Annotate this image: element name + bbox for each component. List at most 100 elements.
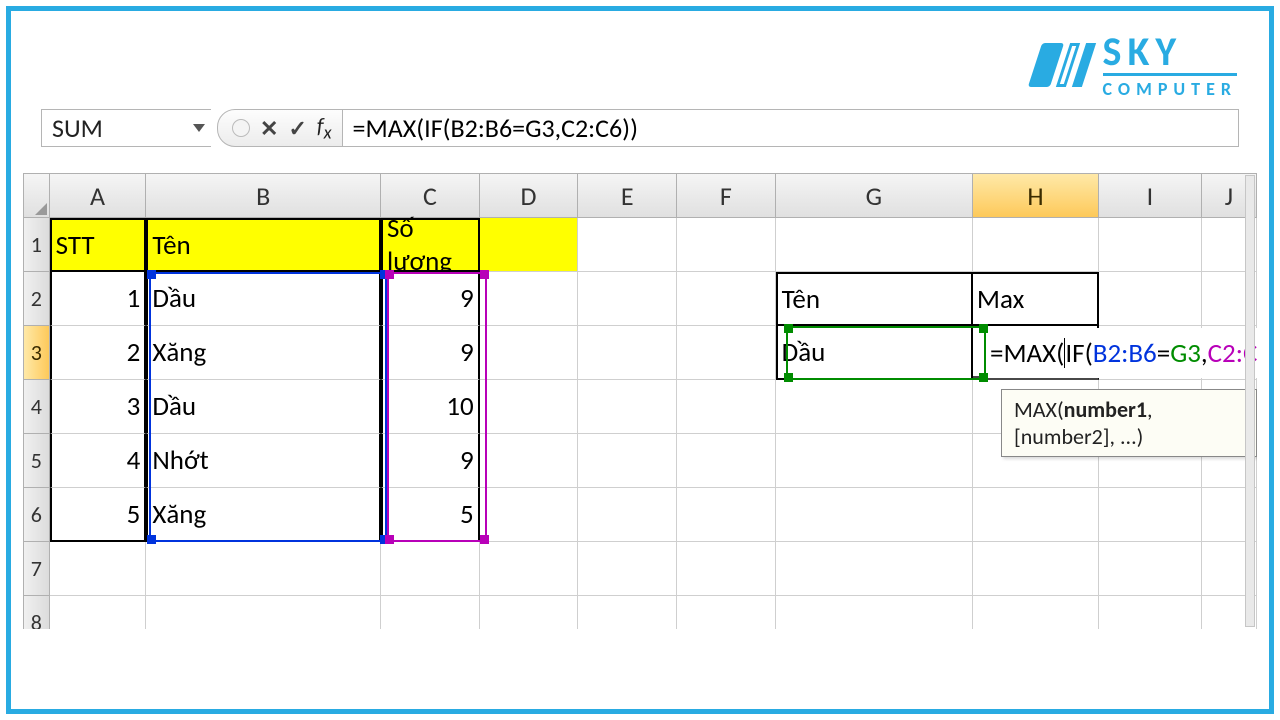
cell-G3[interactable]: Dầu — [776, 326, 973, 380]
cell-G7[interactable] — [776, 542, 973, 596]
cell-E1[interactable] — [578, 218, 677, 272]
cell-A5[interactable]: 4 — [50, 434, 147, 488]
cell-C6[interactable]: 5 — [381, 488, 480, 542]
row-header-1[interactable]: 1 — [23, 218, 50, 272]
col-header-B[interactable]: B — [146, 173, 381, 218]
name-box[interactable]: SUM — [41, 109, 211, 147]
cell-A8[interactable] — [50, 596, 147, 629]
formula-bar[interactable]: =MAX(IF(B2:B6=G3,C2:C6)) — [343, 109, 1239, 147]
cell-H7[interactable] — [973, 542, 1099, 596]
cell-A6[interactable]: 5 — [50, 488, 147, 542]
cell-D6[interactable] — [480, 488, 579, 542]
cell-H2[interactable]: Max — [973, 272, 1099, 326]
cell-D2[interactable] — [480, 272, 579, 326]
column-headers: A B C D E F G H I J — [23, 173, 1257, 218]
cell-D7[interactable] — [480, 542, 579, 596]
brand-logo: SKY COMPUTER — [1035, 31, 1237, 99]
cell-B8[interactable] — [146, 596, 381, 629]
cell-H8[interactable] — [973, 596, 1099, 629]
cell-H3-formula[interactable]: =MAX(IF(B2:B6=G3,C2:C6)) — [988, 328, 1257, 378]
row-header-5[interactable]: 5 — [23, 434, 50, 488]
cell-G1[interactable] — [776, 218, 973, 272]
cell-D8[interactable] — [480, 596, 579, 629]
logo-text-sub: COMPUTER — [1103, 73, 1237, 99]
cell-G4[interactable] — [776, 380, 973, 434]
row-header-4[interactable]: 4 — [23, 380, 50, 434]
cell-D1[interactable] — [480, 218, 579, 272]
cell-B5[interactable]: Nhớt — [146, 434, 381, 488]
cell-F1[interactable] — [677, 218, 776, 272]
spreadsheet[interactable]: A B C D E F G H I J 1STTTênSố lượng21Dầu… — [23, 173, 1257, 629]
cell-A1[interactable]: STT — [50, 218, 147, 272]
cell-F8[interactable] — [677, 596, 776, 629]
cell-C7[interactable] — [381, 542, 480, 596]
cell-C1[interactable]: Số lượng — [381, 218, 480, 272]
row-header-8[interactable]: 8 — [23, 596, 50, 629]
cell-I7[interactable] — [1099, 542, 1202, 596]
cell-G8[interactable] — [776, 596, 973, 629]
col-header-A[interactable]: A — [50, 173, 147, 218]
cell-C4[interactable]: 10 — [381, 380, 480, 434]
logo-icon — [1027, 43, 1095, 87]
cell-E4[interactable] — [578, 380, 677, 434]
fx-icon[interactable]: fx — [317, 112, 332, 143]
cell-F5[interactable] — [677, 434, 776, 488]
cell-F6[interactable] — [677, 488, 776, 542]
cell-G6[interactable] — [776, 488, 973, 542]
cell-D4[interactable] — [480, 380, 579, 434]
cell-I1[interactable] — [1099, 218, 1202, 272]
cancel-icon[interactable]: ✕ — [260, 115, 278, 142]
cell-H6[interactable] — [973, 488, 1099, 542]
cell-B3[interactable]: Xăng — [146, 326, 381, 380]
select-all-corner[interactable] — [23, 173, 50, 218]
chevron-down-icon[interactable] — [193, 124, 205, 132]
cell-E8[interactable] — [578, 596, 677, 629]
cell-B6[interactable]: Xăng — [146, 488, 381, 542]
cell-C2[interactable]: 9 — [381, 272, 480, 326]
row-header-2[interactable]: 2 — [23, 272, 50, 326]
cell-I2[interactable] — [1099, 272, 1202, 326]
col-header-G[interactable]: G — [776, 173, 973, 218]
cell-F2[interactable] — [677, 272, 776, 326]
accept-icon[interactable]: ✓ — [288, 115, 306, 142]
cell-A3[interactable]: 2 — [50, 326, 147, 380]
name-box-value: SUM — [52, 112, 103, 144]
cell-C5[interactable]: 9 — [381, 434, 480, 488]
col-header-E[interactable]: E — [578, 173, 677, 218]
col-header-D[interactable]: D — [480, 173, 579, 218]
row-header-3[interactable]: 3 — [23, 326, 50, 380]
cell-E5[interactable] — [578, 434, 677, 488]
circle-icon[interactable] — [232, 119, 250, 137]
cell-B7[interactable] — [146, 542, 381, 596]
col-header-H[interactable]: H — [973, 173, 1099, 218]
cell-A2[interactable]: 1 — [50, 272, 147, 326]
cell-H1[interactable] — [973, 218, 1099, 272]
row-header-6[interactable]: 6 — [23, 488, 50, 542]
cell-D5[interactable] — [480, 434, 579, 488]
vertical-scrollbar[interactable] — [1245, 175, 1255, 627]
cell-I6[interactable] — [1099, 488, 1202, 542]
cell-G5[interactable] — [776, 434, 973, 488]
formula-bar-text: =MAX(IF(B2:B6=G3,C2:C6)) — [353, 112, 638, 144]
cell-E7[interactable] — [578, 542, 677, 596]
cell-F3[interactable] — [677, 326, 776, 380]
cell-E2[interactable] — [578, 272, 677, 326]
cell-A4[interactable]: 3 — [50, 380, 147, 434]
cell-A7[interactable] — [50, 542, 147, 596]
col-header-I[interactable]: I — [1099, 173, 1202, 218]
cell-E3[interactable] — [578, 326, 677, 380]
col-header-F[interactable]: F — [677, 173, 776, 218]
cell-C8[interactable] — [381, 596, 480, 629]
row-header-7[interactable]: 7 — [23, 542, 50, 596]
logo-text-main: SKY — [1103, 31, 1237, 73]
cell-F7[interactable] — [677, 542, 776, 596]
cell-F4[interactable] — [677, 380, 776, 434]
cell-C3[interactable]: 9 — [381, 326, 480, 380]
cell-G2[interactable]: Tên — [776, 272, 973, 326]
cell-D3[interactable] — [480, 326, 579, 380]
cell-I8[interactable] — [1099, 596, 1202, 629]
cell-B2[interactable]: Dầu — [146, 272, 381, 326]
cell-B4[interactable]: Dầu — [146, 380, 381, 434]
cell-B1[interactable]: Tên — [146, 218, 381, 272]
cell-E6[interactable] — [578, 488, 677, 542]
